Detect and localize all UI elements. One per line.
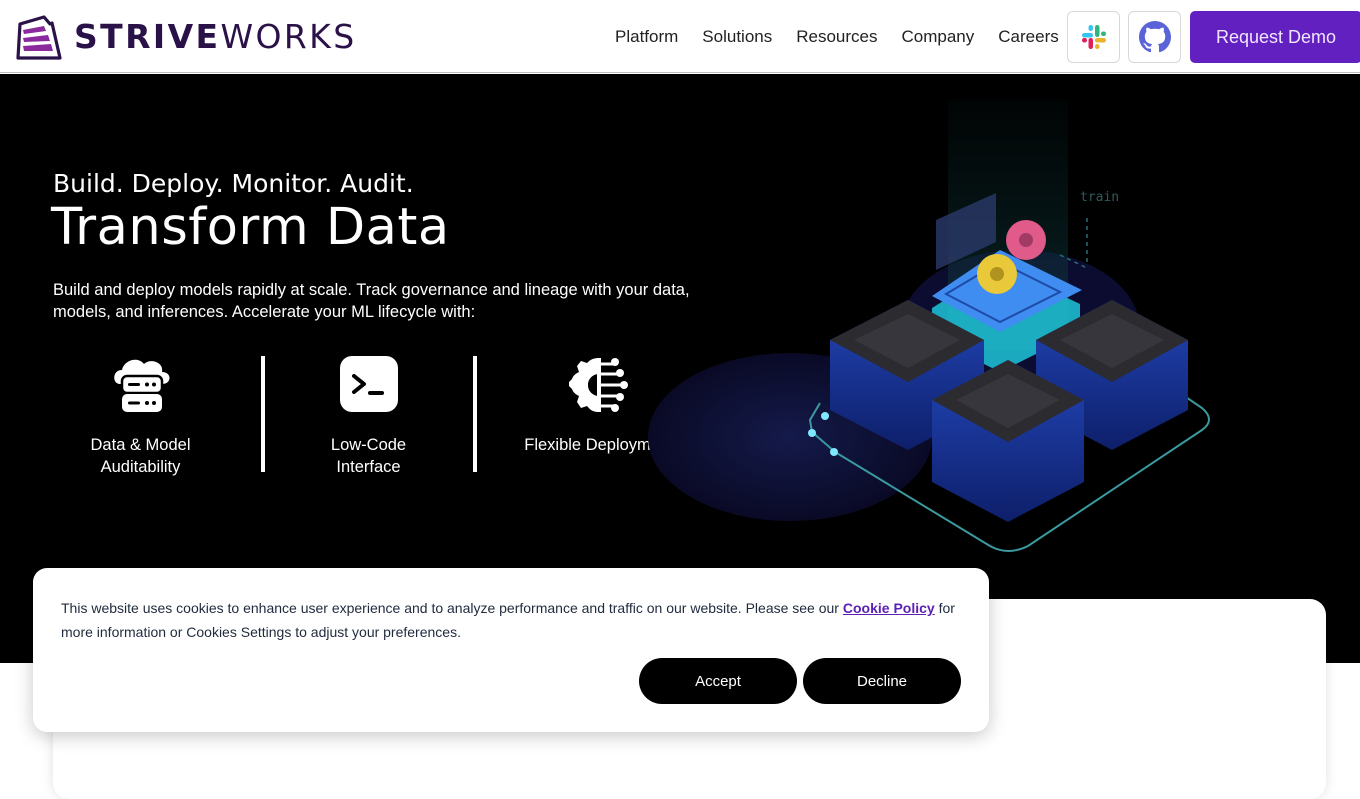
feature-divider bbox=[473, 356, 477, 472]
cookie-policy-link[interactable]: Cookie Policy bbox=[843, 600, 935, 616]
terminal-icon bbox=[339, 356, 398, 412]
feature-label-line1: Data & Model bbox=[90, 436, 191, 454]
slack-button[interactable] bbox=[1067, 11, 1120, 63]
accept-cookies-button[interactable]: Accept bbox=[639, 658, 797, 704]
feature-low-code-interface: Low-Code Interface bbox=[281, 356, 456, 478]
decline-cookies-button[interactable]: Decline bbox=[803, 658, 961, 704]
github-button[interactable] bbox=[1128, 11, 1181, 63]
nav-link-company[interactable]: Company bbox=[902, 27, 975, 47]
circuit-node bbox=[821, 412, 829, 420]
hero-eyebrow: Build. Deploy. Monitor. Audit. bbox=[53, 169, 414, 198]
gear-circuit-icon bbox=[569, 358, 628, 412]
request-demo-button[interactable]: Request Demo bbox=[1190, 11, 1360, 63]
hero-illustration: train bbox=[648, 100, 1210, 552]
striveworks-logo-icon bbox=[16, 15, 62, 60]
circuit-node bbox=[830, 448, 838, 456]
github-icon bbox=[1138, 21, 1171, 53]
cookie-banner: This website uses cookies to enhance use… bbox=[33, 568, 989, 732]
cloud-server-icon bbox=[113, 359, 169, 412]
train-label: train bbox=[1080, 190, 1119, 205]
brand-logo[interactable]: STRIVEWORKS bbox=[14, 14, 357, 60]
nav-link-solutions[interactable]: Solutions bbox=[702, 27, 772, 47]
hero-title: Transform Data bbox=[51, 198, 450, 257]
nav-link-resources[interactable]: Resources bbox=[796, 27, 877, 47]
nav-link-platform[interactable]: Platform bbox=[615, 27, 678, 47]
top-navbar: STRIVEWORKS Platform Solutions Resources… bbox=[0, 0, 1360, 73]
feature-data-model-auditability: Data & Model Auditability bbox=[53, 356, 228, 478]
main-nav: Platform Solutions Resources Company Car… bbox=[603, 0, 1071, 73]
feature-divider bbox=[261, 356, 265, 472]
brand-wordmark: STRIVEWORKS bbox=[74, 17, 357, 56]
cookie-message: This website uses cookies to enhance use… bbox=[61, 600, 955, 640]
feature-label-line1: Low-Code bbox=[330, 436, 407, 454]
feature-label-line2: Interface bbox=[336, 458, 401, 476]
nav-link-careers[interactable]: Careers bbox=[998, 27, 1058, 47]
feature-label-line2: Auditability bbox=[100, 458, 181, 476]
slack-icon bbox=[1081, 25, 1106, 49]
hero-description: Build and deploy models rapidly at scale… bbox=[53, 281, 690, 321]
circuit-node bbox=[808, 429, 816, 437]
